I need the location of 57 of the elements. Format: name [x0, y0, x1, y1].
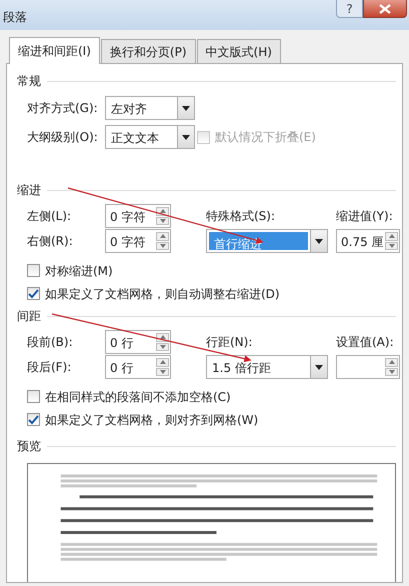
checkbox-label: 默认情况下折叠(E)	[215, 129, 316, 146]
down-arrow-icon[interactable]	[160, 370, 166, 374]
down-arrow-icon[interactable]	[160, 218, 166, 223]
field-label: 左侧(L):	[27, 208, 72, 225]
tab[interactable]: 换行和分页(P)	[100, 39, 196, 63]
field-label: 特殊格式(S):	[206, 208, 276, 225]
section-heading: 常规	[17, 73, 41, 90]
section-heading: 间距	[17, 308, 41, 325]
help-button[interactable]: ?	[336, 0, 363, 18]
up-arrow-icon[interactable]	[160, 360, 166, 364]
caret-icon	[182, 134, 190, 140]
window-title: 段落	[3, 9, 27, 26]
close-button[interactable]	[363, 0, 407, 18]
checkmark-icon	[28, 288, 39, 298]
checkbox-label: 在相同样式的段落间不添加空格(C)	[45, 388, 231, 406]
spin-field[interactable]	[336, 355, 400, 379]
down-arrow-icon[interactable]	[160, 244, 166, 248]
checkmark-icon	[28, 414, 39, 424]
up-arrow-icon[interactable]	[160, 209, 166, 214]
caret-icon	[182, 106, 190, 110]
dropdown[interactable]: 左对齐	[105, 96, 195, 120]
checkbox-label: 对称缩进(M)	[45, 262, 113, 280]
section-heading: 缩进	[17, 182, 41, 199]
spin-field[interactable]: 0 行	[105, 355, 171, 379]
up-arrow-icon[interactable]	[388, 360, 394, 364]
up-arrow-icon[interactable]	[388, 234, 394, 238]
checkbox-label: 如果定义了文档网格，则对齐到网格(W)	[45, 412, 258, 428]
field-label: 大纲级别(O):	[27, 129, 99, 146]
close-icon	[379, 4, 391, 14]
dropdown[interactable]: 正文文本	[105, 125, 195, 149]
field-label: 右侧(R):	[27, 233, 74, 250]
caret-icon	[315, 364, 323, 370]
tab[interactable]: 中文版式(H)	[196, 39, 281, 63]
down-arrow-icon[interactable]	[160, 344, 166, 349]
spin-field[interactable]: 0 行	[105, 330, 171, 354]
checkbox-label: 如果定义了文档网格，则自动调整右缩进(D)	[45, 286, 280, 302]
tab[interactable]: 缩进和间距(I)	[9, 37, 100, 64]
caret-icon	[315, 238, 323, 244]
field-label: 缩进值(Y):	[336, 208, 394, 225]
down-arrow-icon[interactable]	[388, 244, 394, 248]
checkbox[interactable]	[27, 390, 40, 403]
field-label: 段后(F):	[27, 359, 72, 376]
field-label: 对齐方式(G):	[27, 100, 99, 117]
up-arrow-icon[interactable]	[160, 335, 166, 340]
field-label: 段前(B):	[27, 334, 74, 351]
checkbox[interactable]	[27, 264, 40, 277]
checkbox[interactable]	[27, 413, 40, 426]
spin-field[interactable]: 0 字符	[105, 229, 171, 253]
dropdown[interactable]: 1.5 倍行距	[206, 355, 328, 379]
down-arrow-icon[interactable]	[388, 370, 394, 374]
section-heading: 预览	[17, 438, 41, 455]
spin-field[interactable]: 0.75 厘	[336, 229, 400, 253]
checkbox[interactable]	[27, 287, 40, 300]
field-label: 设置值(A):	[336, 334, 395, 351]
spin-field[interactable]: 0 字符	[105, 204, 171, 228]
up-arrow-icon[interactable]	[160, 234, 166, 238]
field-label: 行距(N):	[206, 334, 254, 351]
